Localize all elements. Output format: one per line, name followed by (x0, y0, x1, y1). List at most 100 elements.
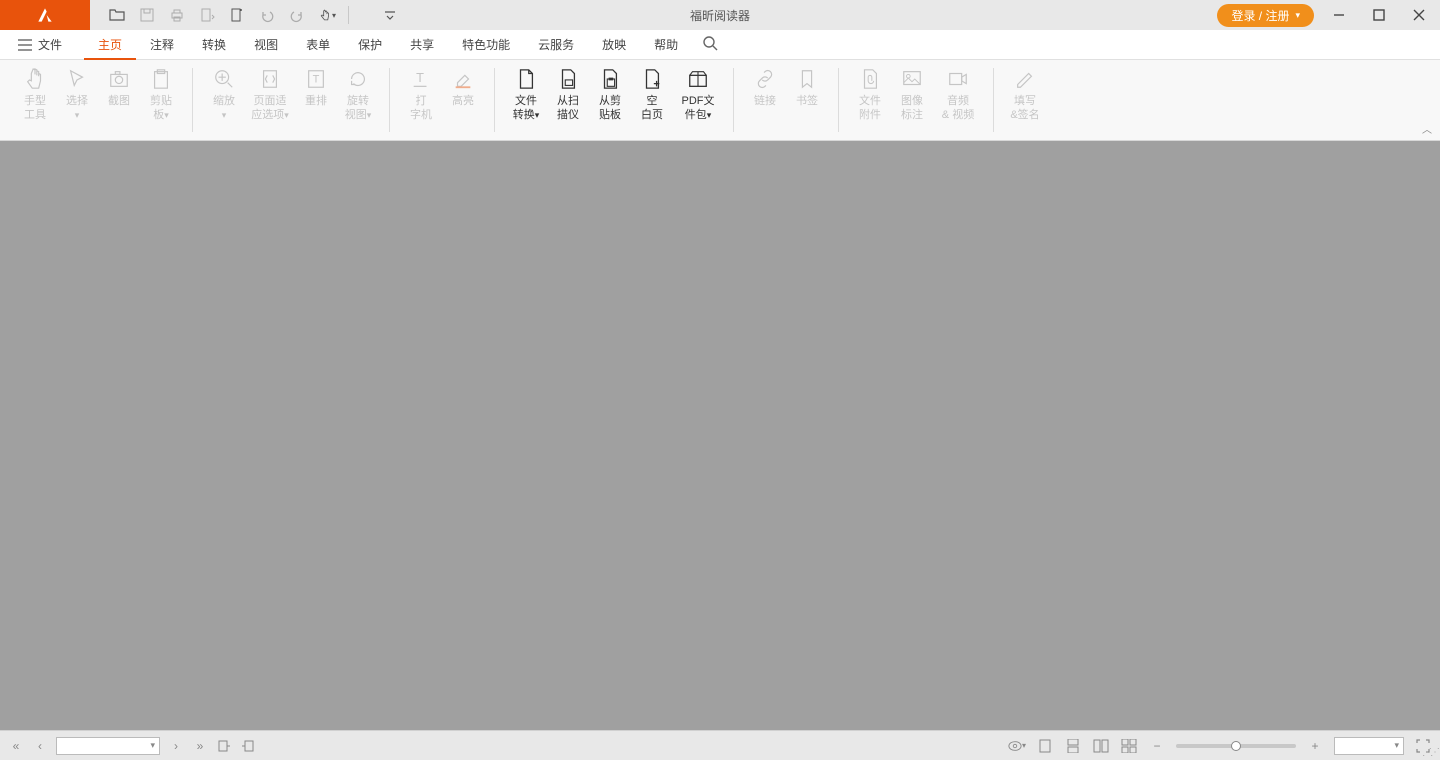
hand-icon (21, 68, 49, 90)
from-clipboard-button[interactable]: 从剪 贴板 (589, 66, 631, 122)
svg-text:T: T (313, 74, 320, 86)
video-icon (944, 68, 972, 90)
bookmark-button: 书签 (786, 66, 828, 108)
fit-icon (256, 68, 284, 90)
hamburger-icon (18, 39, 32, 51)
quick-access-toolbar: ▾ (108, 6, 399, 24)
file-menu[interactable]: 文件 (18, 36, 62, 53)
image-annot-button: 图像 标注 (891, 66, 933, 122)
facing-icon[interactable] (1092, 737, 1110, 755)
zoom-icon (210, 68, 238, 90)
prev-view-button[interactable] (216, 738, 232, 754)
tab-present[interactable]: 放映 (588, 30, 640, 60)
image-icon (898, 68, 926, 90)
bookmark-icon (793, 68, 821, 90)
audio-video-button: 音频 & 视频 (933, 66, 983, 122)
from-scanner-button[interactable]: 从扫 描仪 (547, 66, 589, 122)
continuous-icon[interactable] (1064, 737, 1082, 755)
prev-page-button[interactable]: ‹ (32, 738, 48, 754)
last-page-button[interactable]: » (192, 738, 208, 754)
continuous-facing-icon[interactable] (1120, 737, 1138, 755)
clipboard-button: 剪贴 板▾ (140, 66, 182, 122)
clipboard-icon (147, 68, 175, 90)
app-title: 福昕阅读器 (690, 7, 750, 24)
hand-tool-button: 手型 工具 (14, 66, 56, 122)
page-add-icon[interactable] (228, 6, 246, 24)
collapse-ribbon-icon[interactable]: ︿ (1422, 121, 1432, 136)
zoom-slider[interactable] (1176, 744, 1296, 748)
chevron-down-icon: ▾ (150, 740, 155, 751)
print-icon[interactable] (168, 6, 186, 24)
zoom-button: 缩放▾ (203, 66, 245, 122)
screenshot-button: 截图 (98, 66, 140, 108)
login-button[interactable]: 登录 / 注册 ▾ (1217, 4, 1314, 27)
highlighter-icon (449, 68, 477, 90)
text-icon: T (302, 68, 330, 90)
maximize-button[interactable] (1364, 0, 1394, 30)
select-button: 选择▾ (56, 66, 98, 122)
fill-sign-button: 填写 &签名 (1004, 66, 1046, 122)
menu-bar: 文件 主页 注释 转换 视图 表单 保护 共享 特色功能 云服务 放映 帮助 (0, 30, 1440, 60)
rotate-icon (344, 68, 372, 90)
paperclip-icon (856, 68, 884, 90)
title-bar: ▾ 福昕阅读器 登录 / 注册 ▾ (0, 0, 1440, 30)
tab-form[interactable]: 表单 (292, 30, 344, 60)
undo-icon[interactable] (258, 6, 276, 24)
next-view-button[interactable] (240, 738, 256, 754)
pencil-icon (1011, 68, 1039, 90)
tab-home[interactable]: 主页 (84, 30, 136, 60)
chevron-down-icon: ▾ (1394, 740, 1399, 751)
file-label: 文件 (38, 36, 62, 53)
status-bar: « ‹ ▾ › » ▾ − + ▾ ⋰⋰ (0, 730, 1440, 760)
ribbon: 手型 工具 选择▾ 截图 剪贴 板▾ 缩放▾ 页面适 应选项▾ T重排 旋转 视… (0, 60, 1440, 141)
search-icon[interactable] (702, 35, 722, 55)
read-mode-icon[interactable]: ▾ (1008, 737, 1026, 755)
open-icon[interactable] (108, 6, 126, 24)
clipboard-file-icon (596, 68, 624, 90)
page-number-input[interactable]: ▾ (56, 737, 160, 755)
camera-icon (105, 68, 133, 90)
blank-page-icon (638, 68, 666, 90)
rotate-button: 旋转 视图▾ (337, 66, 379, 122)
next-page-button[interactable]: › (168, 738, 184, 754)
tab-help[interactable]: 帮助 (640, 30, 692, 60)
blank-page-button[interactable]: 空 白页 (631, 66, 673, 122)
save-icon[interactable] (138, 6, 156, 24)
titlebar-right: 登录 / 注册 ▾ (1217, 0, 1440, 30)
attachment-button: 文件 附件 (849, 66, 891, 122)
zoom-input[interactable]: ▾ (1334, 737, 1404, 755)
minimize-button[interactable] (1324, 0, 1354, 30)
first-page-button[interactable]: « (8, 738, 24, 754)
redo-icon[interactable] (288, 6, 306, 24)
cursor-icon (63, 68, 91, 90)
qat-dropdown-icon[interactable] (381, 6, 399, 24)
touch-icon[interactable]: ▾ (318, 6, 336, 24)
zoom-thumb[interactable] (1231, 741, 1241, 751)
pdf-package-button[interactable]: PDF文 件包▾ (673, 66, 723, 122)
tab-extras[interactable]: 特色功能 (448, 30, 524, 60)
file-convert-button[interactable]: 文件 转换▾ (505, 66, 547, 122)
document-area (0, 141, 1440, 730)
tab-view[interactable]: 视图 (240, 30, 292, 60)
login-label: 登录 / 注册 (1231, 7, 1289, 24)
close-button[interactable] (1404, 0, 1434, 30)
scanner-icon (554, 68, 582, 90)
page-next-icon[interactable] (198, 6, 216, 24)
tab-cloud[interactable]: 云服务 (524, 30, 588, 60)
tab-convert[interactable]: 转换 (188, 30, 240, 60)
svg-text:T: T (416, 70, 424, 85)
link-button: 链接 (744, 66, 786, 108)
zoom-in-button[interactable]: + (1306, 737, 1324, 755)
tab-comment[interactable]: 注释 (136, 30, 188, 60)
separator (348, 6, 349, 24)
package-icon (684, 68, 712, 90)
typewriter-icon: T (407, 68, 435, 90)
resize-grip: ⋰⋰ (1422, 747, 1438, 758)
tab-share[interactable]: 共享 (396, 30, 448, 60)
single-page-icon[interactable] (1036, 737, 1054, 755)
page-fit-button: 页面适 应选项▾ (245, 66, 295, 122)
link-icon (751, 68, 779, 90)
zoom-out-button[interactable]: − (1148, 737, 1166, 755)
typewriter-button: T打 字机 (400, 66, 442, 122)
tab-protect[interactable]: 保护 (344, 30, 396, 60)
